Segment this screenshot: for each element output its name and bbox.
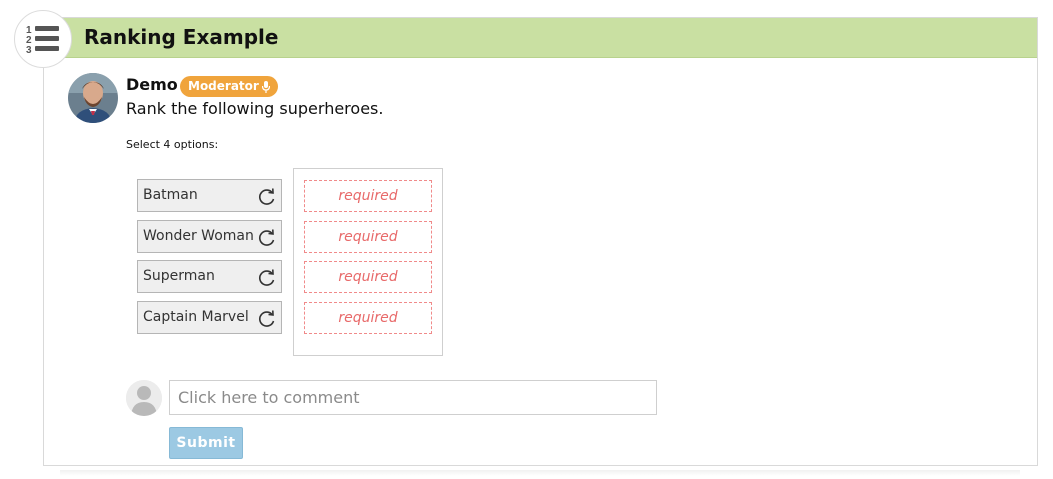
role-label: Moderator bbox=[188, 79, 259, 93]
ranking-slots: required required required required bbox=[293, 168, 443, 356]
card-shadow bbox=[60, 470, 1020, 476]
rotate-icon[interactable] bbox=[258, 268, 276, 286]
svg-text:3: 3 bbox=[26, 45, 32, 55]
option-label: Captain Marvel bbox=[143, 308, 249, 325]
avatar bbox=[68, 73, 118, 123]
user-avatar-icon bbox=[126, 380, 162, 416]
option-batman[interactable]: Batman bbox=[137, 179, 282, 212]
rank-slot-4[interactable]: required bbox=[304, 302, 432, 334]
option-wonder-woman[interactable]: Wonder Woman bbox=[137, 219, 282, 253]
option-label: Batman bbox=[143, 187, 198, 203]
rotate-icon[interactable] bbox=[258, 309, 276, 327]
rotate-icon[interactable] bbox=[258, 228, 276, 246]
option-captain-marvel[interactable]: Captain Marvel bbox=[137, 300, 282, 334]
card-title: Ranking Example bbox=[84, 25, 279, 49]
comment-input[interactable] bbox=[169, 380, 657, 415]
submit-button[interactable]: Submit bbox=[169, 427, 243, 459]
author-name: Demo bbox=[126, 75, 178, 94]
question-text: Rank the following superheroes. bbox=[126, 99, 384, 118]
ranking-options: Batman Wonder Woman Superman Captain Mar… bbox=[137, 179, 282, 341]
option-superman[interactable]: Superman bbox=[137, 260, 282, 293]
microphone-icon bbox=[261, 80, 270, 93]
moderator-badge: Moderator bbox=[180, 76, 278, 97]
select-note: Select 4 options: bbox=[126, 138, 219, 151]
option-label: Wonder Woman bbox=[143, 227, 254, 244]
rotate-icon[interactable] bbox=[258, 187, 276, 205]
card-header: Ranking Example bbox=[44, 18, 1037, 58]
rank-slot-3[interactable]: required bbox=[304, 261, 432, 293]
numbered-list-icon: 1 2 3 bbox=[14, 10, 72, 68]
option-label: Superman bbox=[143, 268, 215, 284]
rank-slot-1[interactable]: required bbox=[304, 180, 432, 212]
top-strip bbox=[0, 0, 1053, 6]
rank-slot-2[interactable]: required bbox=[304, 221, 432, 253]
